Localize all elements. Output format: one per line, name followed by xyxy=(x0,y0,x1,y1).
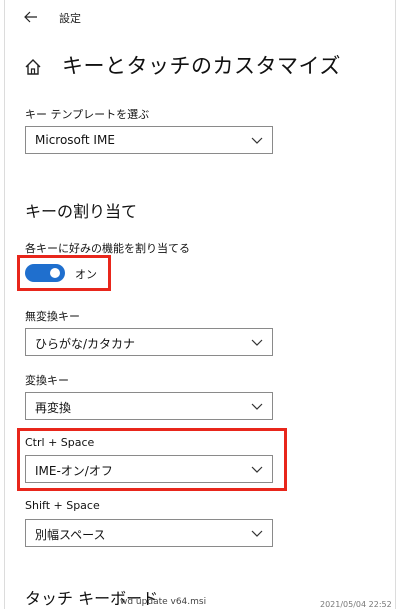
chevron-down-icon xyxy=(251,403,263,410)
window-title: 設定 xyxy=(59,12,81,25)
chevron-down-icon xyxy=(251,530,263,537)
template-label: キー テンプレートを選ぶ xyxy=(25,108,150,121)
taskbar-file-overlay: wd update v64.msi xyxy=(120,597,207,607)
template-dropdown[interactable]: Microsoft IME xyxy=(25,126,273,154)
muhenkan-value: ひらがな/カタカナ xyxy=(35,337,136,351)
key-assignment-heading: キーの割り当て xyxy=(25,202,138,221)
template-value: Microsoft IME xyxy=(35,133,115,147)
chevron-down-icon xyxy=(251,339,263,346)
muhenkan-dropdown[interactable]: ひらがな/カタカナ xyxy=(25,328,273,356)
home-icon[interactable] xyxy=(24,58,42,76)
back-arrow-icon xyxy=(24,11,37,23)
henkan-label: 変換キー xyxy=(25,374,69,387)
muhenkan-label: 無変換キー xyxy=(25,310,80,323)
shift-space-dropdown[interactable]: 別幅スペース xyxy=(25,519,273,547)
title-bar: 設定 xyxy=(5,0,397,34)
henkan-value: 再変換 xyxy=(35,401,72,415)
shift-space-value: 別幅スペース xyxy=(35,528,106,542)
chevron-down-icon xyxy=(251,137,263,144)
henkan-dropdown[interactable]: 再変換 xyxy=(25,392,273,420)
highlight-box-ctrl-space xyxy=(17,428,287,491)
back-button[interactable] xyxy=(19,7,43,27)
shift-space-label: Shift + Space xyxy=(25,499,100,512)
highlight-box-toggle xyxy=(17,255,111,291)
toggle-label: 各キーに好みの機能を割り当てる xyxy=(25,242,190,255)
page-title: キーとタッチのカスタマイズ xyxy=(62,54,341,78)
settings-window: 設定 キーとタッチのカスタマイズ キー テンプレートを選ぶ Microsoft … xyxy=(4,0,396,609)
taskbar-date-overlay: 2021/05/04 22:52 xyxy=(320,600,392,609)
